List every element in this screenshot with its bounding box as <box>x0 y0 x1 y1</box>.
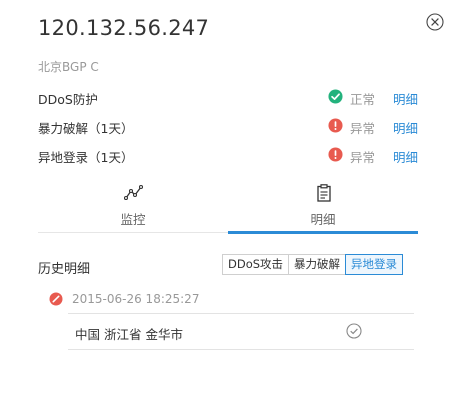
status-state: 正常 <box>350 92 376 107</box>
line-chart-icon <box>124 184 144 201</box>
status-label: DDoS防护 <box>38 92 98 107</box>
clipboard-icon <box>317 184 331 202</box>
filter-remote-login-button[interactable]: 异地登录 <box>345 254 404 275</box>
check-circle-outline-icon <box>346 323 362 339</box>
status-row-brute-force: 暴力破解（1天） 异常 明细 <box>38 115 420 137</box>
history-title: 历史明细 <box>38 262 91 277</box>
tab-monitor[interactable]: 监控 <box>38 180 228 235</box>
detail-link[interactable]: 明细 <box>393 89 418 108</box>
detail-link[interactable]: 明细 <box>393 118 418 137</box>
alert-circle-icon <box>328 147 343 162</box>
view-tabs: 监控 明细 <box>38 180 418 235</box>
alert-circle-icon <box>328 118 343 133</box>
tab-label: 监控 <box>120 212 146 227</box>
ip-detail-panel: 120.132.56.247 北京BGP C DDoS防护 正常 明细 暴力破解… <box>0 0 459 403</box>
close-icon[interactable] <box>426 13 444 31</box>
status-state: 异常 <box>350 150 376 165</box>
tab-label: 明细 <box>310 212 336 227</box>
record-timestamp: 2015-06-26 18:25:27 <box>72 292 200 306</box>
record-divider <box>68 313 414 314</box>
alert-marker-icon <box>49 292 63 306</box>
filter-ddos-button[interactable]: DDoS攻击 <box>222 254 290 275</box>
history-filter-group: DDoS攻击 暴力破解 异地登录 <box>222 254 404 275</box>
record-divider <box>68 349 414 350</box>
status-state: 异常 <box>350 121 376 136</box>
region-label: 北京BGP C <box>38 60 99 74</box>
status-label: 异地登录（1天） <box>38 150 134 165</box>
active-tab-indicator <box>228 231 418 234</box>
status-row-remote-login: 异地登录（1天） 异常 明细 <box>38 144 420 166</box>
check-circle-icon <box>328 89 343 104</box>
filter-brute-force-button[interactable]: 暴力破解 <box>288 254 347 275</box>
record-location: 中国 浙江省 金华市 <box>75 327 183 342</box>
status-row-ddos: DDoS防护 正常 明细 <box>38 86 420 108</box>
tab-detail[interactable]: 明细 <box>228 180 418 235</box>
ip-address-title: 120.132.56.247 <box>38 16 210 40</box>
detail-link[interactable]: 明细 <box>393 147 418 166</box>
status-label: 暴力破解（1天） <box>38 121 134 136</box>
